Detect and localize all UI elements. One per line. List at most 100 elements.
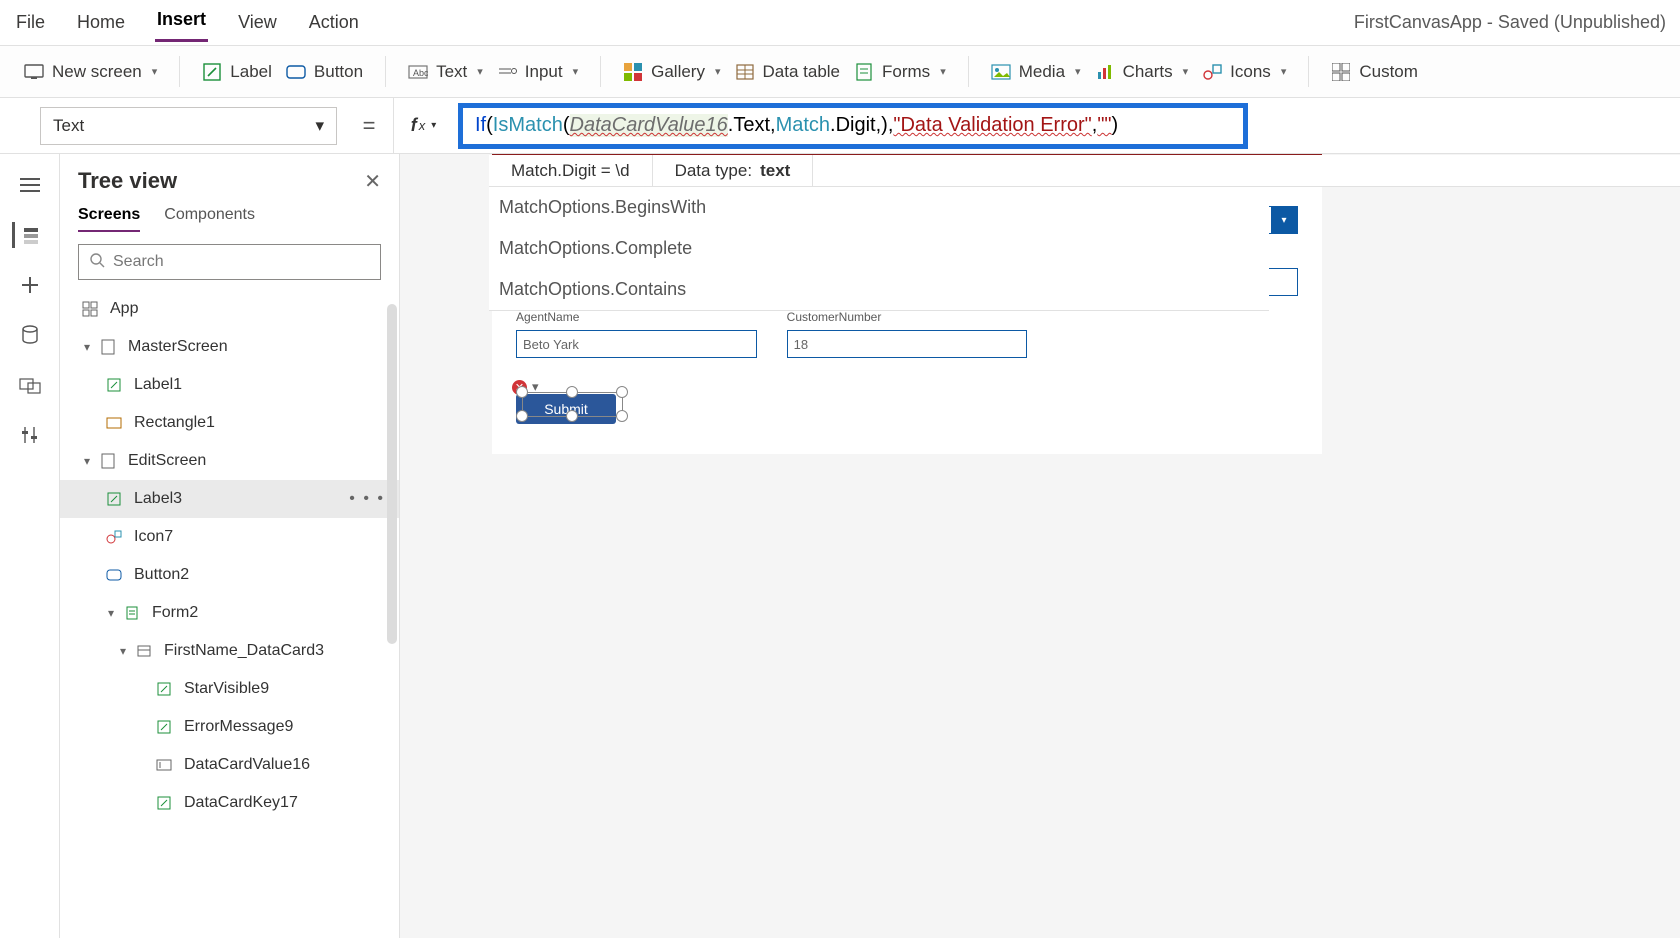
custom-menu[interactable]: Custom — [1331, 62, 1418, 82]
form-icon — [122, 603, 142, 623]
gallery-label: Gallery — [651, 62, 705, 82]
chevron-down-icon: ▾ — [1183, 65, 1189, 78]
chevron-down-icon: ▾ — [431, 120, 436, 131]
charts-menu[interactable]: Charts ▾ — [1095, 62, 1189, 82]
insert-ribbon: New screen▾ Label Button AbcText▾ Input▾… — [0, 46, 1680, 98]
tree-node-label: Icon7 — [134, 528, 173, 546]
tree-node-rectangle1[interactable]: Rectangle1 — [60, 404, 399, 442]
media-menu[interactable]: Media▾ — [991, 62, 1081, 82]
field-label: CustomerNumber — [787, 310, 1028, 324]
tree-node-label: EditScreen — [128, 452, 206, 470]
chevron-down-icon[interactable]: ▾ — [80, 340, 94, 354]
property-selector[interactable]: Text ▾ — [40, 107, 337, 145]
chevron-down-icon[interactable]: ▾ — [104, 606, 118, 620]
tree-node-icon7[interactable]: Icon7 — [60, 518, 399, 556]
text-icon: Abc — [408, 62, 428, 82]
text-menu[interactable]: AbcText▾ — [408, 62, 483, 82]
intellisense-option[interactable]: MatchOptions.BeginsWith — [489, 187, 1269, 228]
close-icon[interactable]: ✕ — [364, 169, 381, 194]
charts-label: Charts — [1123, 62, 1173, 82]
tree-node-label: ErrorMessage9 — [184, 718, 293, 736]
label3-selection[interactable]: ✕ ▾ — [516, 386, 628, 420]
icons-menu[interactable]: Icons▾ — [1202, 62, 1286, 82]
new-screen-button[interactable]: New screen▾ — [24, 62, 157, 82]
agentname-input[interactable] — [516, 330, 757, 358]
gallery-menu[interactable]: Gallery▾ — [623, 62, 720, 82]
tree-node-label3[interactable]: Label3 • • • — [60, 480, 399, 518]
hamburger-icon[interactable] — [17, 172, 43, 198]
menu-home[interactable]: Home — [75, 6, 127, 39]
input-label: Input — [525, 62, 563, 82]
menu-action[interactable]: Action — [307, 6, 361, 39]
formula-token: ( — [563, 114, 570, 137]
datatable-button[interactable]: Data table — [735, 62, 841, 82]
chevron-down-icon: ▾ — [315, 116, 324, 136]
tree-view-icon[interactable] — [12, 222, 38, 248]
formula-input[interactable]: If(IsMatch(DataCardValue16.Text, Match.D… — [458, 103, 1248, 149]
chevron-down-icon: ▾ — [940, 65, 946, 78]
tab-components[interactable]: Components — [164, 206, 255, 232]
data-icon[interactable] — [17, 322, 43, 348]
intellisense-option[interactable]: MatchOptions.Contains — [489, 269, 1269, 310]
formula-token: ) — [881, 114, 888, 137]
tab-screens[interactable]: Screens — [78, 206, 140, 232]
match-digit-def: Match.Digit = \d — [511, 161, 630, 181]
chevron-down-icon[interactable]: ▾ — [80, 454, 94, 468]
equals-sign: = — [345, 98, 393, 153]
tree-node-label: FirstName_DataCard3 — [164, 642, 324, 660]
new-screen-label: New screen — [52, 62, 142, 82]
label-icon — [154, 793, 174, 813]
datatype-value: text — [760, 161, 790, 181]
customernumber-input[interactable] — [787, 330, 1028, 358]
tree-node-masterscreen[interactable]: ▾ MasterScreen — [60, 328, 399, 366]
tree-node-datacardkey[interactable]: DataCardKey17 — [60, 784, 399, 822]
tree-node-starvisible[interactable]: StarVisible9 — [60, 670, 399, 708]
forms-label: Forms — [882, 62, 930, 82]
forms-icon — [854, 62, 874, 82]
button-button[interactable]: Button — [286, 62, 363, 82]
menu-insert[interactable]: Insert — [155, 3, 208, 42]
chevron-down-icon[interactable]: ▾ — [116, 644, 130, 658]
label-icon — [154, 717, 174, 737]
tree-node-errormessage[interactable]: ErrorMessage9 — [60, 708, 399, 746]
tree-node-label: Label3 — [134, 490, 182, 508]
tree-node-editscreen[interactable]: ▾ EditScreen — [60, 442, 399, 480]
intellisense-list: MatchOptions.BeginsWith MatchOptions.Com… — [489, 187, 1269, 311]
tree-node-form2[interactable]: ▾Form2 — [60, 594, 399, 632]
tree-node-label1[interactable]: Label1 — [60, 366, 399, 404]
tree-node-firstname-datacard[interactable]: ▾ FirstName_DataCard3 — [60, 632, 399, 670]
add-icon[interactable] — [17, 272, 43, 298]
app-icon — [80, 299, 100, 319]
tree-node-label: App — [110, 300, 138, 318]
gallery-icon — [623, 62, 643, 82]
tree-node-app[interactable]: App — [60, 290, 399, 328]
field-label: AgentName — [516, 310, 757, 324]
menu-file[interactable]: File — [14, 6, 47, 39]
search-input[interactable]: Search — [78, 244, 381, 280]
tree-node-datacardvalue[interactable]: DataCardValue16 — [60, 746, 399, 784]
more-icon[interactable]: • • • — [349, 490, 385, 508]
field-customernumber: CustomerNumber — [787, 310, 1028, 358]
formula-token: Match — [776, 114, 830, 137]
chevron-down-icon: ▾ — [1271, 207, 1297, 233]
button-icon — [286, 62, 306, 82]
tree-node-button2[interactable]: Button2 — [60, 556, 399, 594]
tree-node-label: MasterScreen — [128, 338, 228, 356]
scrollbar-thumb[interactable] — [387, 304, 397, 644]
tools-icon[interactable] — [17, 422, 43, 448]
forms-menu[interactable]: Forms ▾ — [854, 62, 946, 82]
intellisense-option[interactable]: MatchOptions.Complete — [489, 228, 1269, 269]
fx-button[interactable]: fx▾ — [393, 98, 453, 153]
label-icon — [104, 489, 124, 509]
left-rail — [0, 154, 60, 938]
screen-icon — [98, 451, 118, 471]
tree-node-label: Label1 — [134, 376, 182, 394]
tree-list: App ▾ MasterScreen Label1 Rectangle1 ▾ Edi… — [60, 290, 399, 910]
menu-view[interactable]: View — [236, 6, 279, 39]
screen-icon — [98, 337, 118, 357]
media-rail-icon[interactable] — [17, 372, 43, 398]
chevron-down-icon: ▾ — [1281, 65, 1287, 78]
tree-title-text: Tree view — [78, 168, 177, 194]
input-menu[interactable]: Input▾ — [497, 62, 578, 82]
label-button[interactable]: Label — [202, 62, 272, 82]
